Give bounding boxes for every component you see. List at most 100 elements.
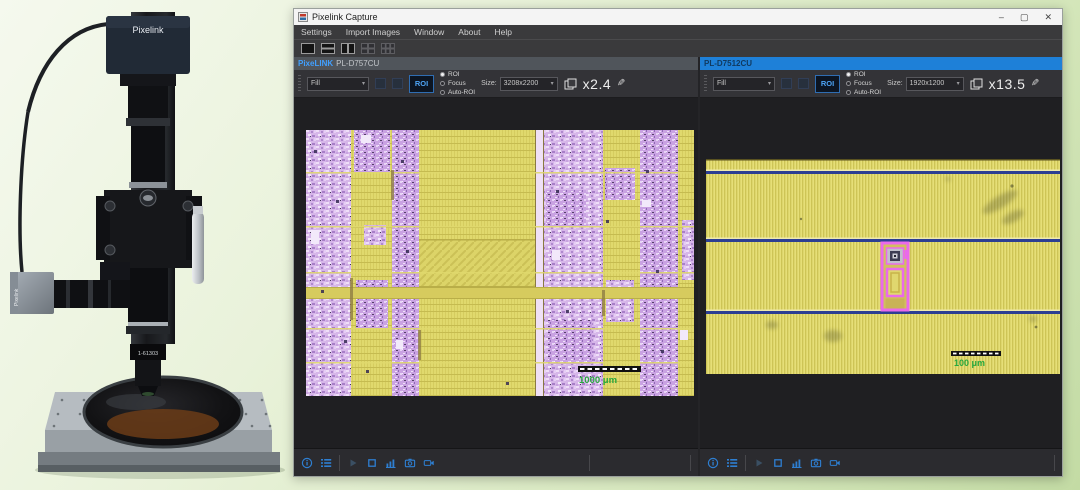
status-separator: [589, 455, 590, 471]
radio-auto-roi[interactable]: Auto-ROI: [846, 89, 881, 97]
histogram-button[interactable]: [791, 457, 803, 469]
properties-list-icon: [726, 457, 738, 469]
panel1-title-bar[interactable]: PixeLINK PL-D757CU: [294, 57, 698, 70]
scale-bar-label: 100 μm: [954, 358, 985, 368]
panel2-fill-dropdown[interactable]: Fill ▾: [713, 77, 775, 91]
objective-body: [135, 360, 161, 386]
minimize-button[interactable]: –: [999, 12, 1004, 22]
properties-list-icon: [320, 457, 332, 469]
size-label: Size:: [887, 80, 903, 87]
menu-help[interactable]: Help: [488, 27, 519, 37]
stop-button[interactable]: [772, 457, 784, 469]
stop-icon: [366, 457, 378, 469]
window-title: Pixelink Capture: [312, 12, 378, 22]
record-video-button[interactable]: [423, 457, 435, 469]
radio-focus[interactable]: Focus: [846, 80, 881, 88]
radio-focus-label: Focus: [854, 80, 872, 88]
copy-icon[interactable]: [970, 78, 983, 90]
chip-die-overview-image: 1000 μm: [306, 130, 694, 396]
layout-split-horizontal-button[interactable]: [320, 42, 335, 55]
play-button[interactable]: [347, 457, 359, 469]
radio-dot: [846, 90, 851, 95]
panel2-title-model: PL-D7512CU: [704, 59, 752, 68]
menu-about[interactable]: About: [451, 27, 487, 37]
status-separator: [339, 455, 340, 471]
snapshot-button[interactable]: [404, 457, 416, 469]
radio-roi[interactable]: ROI: [846, 71, 881, 79]
panel1-fill-dropdown[interactable]: Fill ▾: [307, 77, 369, 91]
panel1-roi-button[interactable]: ROI: [409, 75, 434, 93]
menu-settings[interactable]: Settings: [294, 27, 339, 37]
close-button[interactable]: ✕: [1044, 12, 1052, 22]
objective-lens: [142, 392, 154, 396]
play-icon: [753, 457, 765, 469]
stop-icon: [772, 457, 784, 469]
menu-window[interactable]: Window: [407, 27, 451, 37]
radio-dot: [846, 81, 851, 86]
info-button[interactable]: [707, 457, 719, 469]
edit-pencil-icon[interactable]: ✎: [617, 78, 625, 89]
play-button[interactable]: [753, 457, 765, 469]
snapshot-button[interactable]: [810, 457, 822, 469]
edit-pencil-icon[interactable]: ✎: [1031, 78, 1039, 89]
tube-ring: [126, 118, 170, 126]
stop-button[interactable]: [366, 457, 378, 469]
toolbar-grip[interactable]: [298, 75, 301, 93]
window-title-bar[interactable]: Pixelink Capture – ▢ ✕: [294, 9, 1062, 25]
maximize-button[interactable]: ▢: [1020, 12, 1029, 22]
layout-split-vertical-button[interactable]: [340, 42, 355, 55]
panel1-size-dropdown[interactable]: 3208x2200 ▾: [500, 77, 558, 91]
radio-focus[interactable]: Focus: [440, 80, 475, 88]
panel2-image-viewport[interactable]: 100 μm: [700, 98, 1062, 448]
snapshot-camera-icon: [404, 457, 416, 469]
panel1-magnification: x2.4: [583, 76, 611, 92]
camera-panel-2: PL-D7512CU Fill ▾ ROI ROI: [700, 57, 1062, 476]
panel2-roi-button[interactable]: ROI: [815, 75, 840, 93]
radio-roi[interactable]: ROI: [440, 71, 475, 79]
properties-list-button[interactable]: [726, 457, 738, 469]
panel2-size-dropdown[interactable]: 1920x1200 ▾: [906, 77, 964, 91]
tube-thin-ring: [128, 322, 168, 326]
layout-grid-2x2-button[interactable]: [360, 42, 375, 55]
zoom-in-icon[interactable]: [781, 78, 792, 89]
chip-die-zoom-image: 100 μm: [706, 159, 1060, 374]
record-video-button[interactable]: [829, 457, 841, 469]
panel2-toolbar: Fill ▾ ROI ROI Focus: [700, 70, 1062, 98]
body-serial-label: 1-61303: [138, 351, 158, 357]
panel1-image-viewport[interactable]: 1000 μm: [294, 98, 698, 448]
status-separator: [745, 455, 746, 471]
menu-bar: Settings Import Images Window About Help: [294, 25, 1062, 39]
adjust-knob: [183, 201, 193, 211]
side-camera-label: Pixelink: [14, 288, 20, 306]
toolbar-grip[interactable]: [704, 75, 707, 93]
panel2-status-bar: [700, 448, 1062, 476]
chevron-down-icon: ▾: [953, 80, 960, 87]
panel1-live-image: 1000 μm: [306, 130, 694, 396]
info-icon: [301, 457, 313, 469]
properties-list-button[interactable]: [320, 457, 332, 469]
layout-grid-3x2-button[interactable]: [380, 42, 395, 55]
play-icon: [347, 457, 359, 469]
microscope-photo: Pixelink 1-61303 Pixelink: [0, 0, 295, 490]
layout-single-icon: [301, 43, 315, 54]
info-button[interactable]: [301, 457, 313, 469]
lens-ring: [66, 280, 70, 308]
histogram-icon: [791, 457, 803, 469]
zoom-out-icon[interactable]: [392, 78, 403, 89]
radio-auto-roi[interactable]: Auto-ROI: [440, 89, 475, 97]
camera-cable: [20, 112, 28, 272]
camera-flange: [120, 74, 176, 86]
radio-auto-roi-label: Auto-ROI: [448, 89, 475, 97]
size-label: Size:: [481, 80, 497, 87]
alignment-structure: [882, 243, 908, 310]
histogram-button[interactable]: [385, 457, 397, 469]
zoom-in-icon[interactable]: [375, 78, 386, 89]
status-separator: [1054, 455, 1055, 471]
menu-import-images[interactable]: Import Images: [339, 27, 407, 37]
panel2-magnification: x13.5: [989, 76, 1026, 92]
zoom-out-icon[interactable]: [798, 78, 809, 89]
panel2-title-bar[interactable]: PL-D7512CU: [700, 57, 1062, 70]
layout-single-button[interactable]: [300, 42, 315, 55]
copy-icon[interactable]: [564, 78, 577, 90]
fill-value: Fill: [311, 80, 320, 87]
